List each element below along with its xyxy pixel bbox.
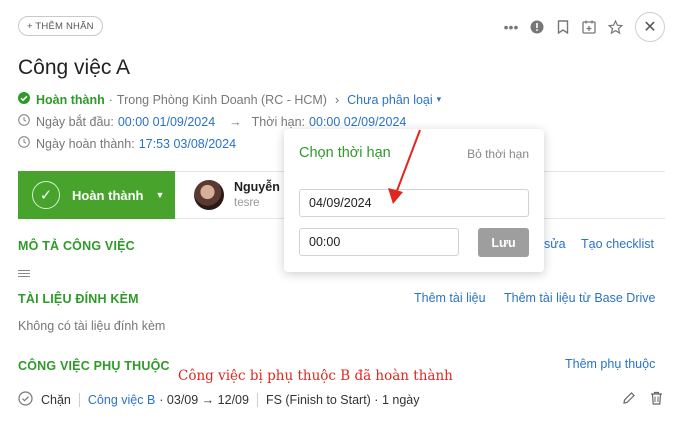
separator-dot: · xyxy=(108,92,113,107)
edit-description-link[interactable]: sửa xyxy=(544,237,566,251)
status-line: Hoàn thành · Trong Phòng Kinh Doanh (RC … xyxy=(18,92,441,107)
separator xyxy=(78,393,80,407)
close-button[interactable]: ✕ xyxy=(635,12,665,42)
clear-deadline-link[interactable]: Bỏ thời hạn xyxy=(467,147,529,161)
close-icon: ✕ xyxy=(643,19,657,36)
assignee-name[interactable]: Nguyễn I xyxy=(234,180,287,194)
clock-icon xyxy=(18,136,30,151)
breadcrumb-chevron: › xyxy=(334,92,340,107)
trash-icon[interactable] xyxy=(650,391,663,408)
star-icon[interactable] xyxy=(607,19,623,35)
dependency-type: Chặn xyxy=(41,393,71,407)
dependency-relation: FS (Finish to Start) · 1 ngày xyxy=(265,393,420,407)
completed-date-label: Ngày hoàn thành: xyxy=(36,136,135,151)
status-button-label: Hoàn thành xyxy=(72,187,144,203)
add-drive-attachment-link[interactable]: Thêm tài liệu từ Base Drive xyxy=(504,291,655,305)
alert-icon[interactable] xyxy=(529,19,545,35)
status-button[interactable]: ✓ Hoàn thành ▼ xyxy=(18,171,175,219)
assignee-subtitle: tesre xyxy=(234,197,260,209)
annotation-text: Công việc bị phụ thuộc B đã hoàn thành xyxy=(178,368,453,384)
avatar[interactable] xyxy=(194,180,224,210)
dependency-row: Chặn Công việc B · 03/09 → 12/09 FS (Fin… xyxy=(18,391,419,409)
status-text: Hoàn thành xyxy=(36,92,105,107)
completed-line: Ngày hoàn thành: 17:53 03/08/2024 xyxy=(18,136,236,151)
date-line: Ngày bắt đầu: 00:00 01/09/2024 → Thời hạ… xyxy=(18,114,406,129)
add-label-text: + THÊM NHÃN xyxy=(27,20,94,32)
completed-date-value[interactable]: 17:53 03/08/2024 xyxy=(139,137,236,151)
top-toolbar: ••• ✕ xyxy=(503,12,665,42)
popup-title: Chọn thời hạn xyxy=(299,145,391,161)
dependency-range: · 03/09 → 12/09 xyxy=(159,393,249,407)
check-icon: ✓ xyxy=(32,181,60,209)
separator xyxy=(256,393,258,407)
deadline-label: Thời hạn: xyxy=(251,114,306,129)
more-icon[interactable]: ••• xyxy=(503,19,519,35)
location-text: Trong Phòng Kinh Doanh (RC - HCM) xyxy=(116,92,327,107)
dependency-actions xyxy=(622,391,663,408)
edit-pencil-icon[interactable] xyxy=(622,391,636,408)
category-dropdown[interactable]: Chưa phân loại xyxy=(347,93,433,107)
page-title: Công việc A xyxy=(18,56,131,79)
bookmark-icon[interactable] xyxy=(555,19,571,35)
save-button[interactable]: Lưu xyxy=(478,228,529,257)
dependencies-heading: CÔNG VIỆC PHỤ THUỘC xyxy=(18,359,170,373)
clock-icon xyxy=(18,114,30,129)
attachments-heading: TÀI LIỆU ĐÍNH KÈM xyxy=(18,292,139,306)
check-outline-icon xyxy=(18,391,33,409)
text-lines-icon xyxy=(18,270,30,279)
add-dependency-link[interactable]: Thêm phụ thuộc xyxy=(565,357,655,371)
attachments-empty-text: Không có tài liệu đính kèm xyxy=(18,319,166,333)
add-label-button[interactable]: + THÊM NHÃN xyxy=(18,16,103,36)
annotation-arrow xyxy=(388,129,421,204)
description-heading: MÔ TẢ CÔNG VIỆC xyxy=(18,239,135,253)
deadline-value[interactable]: 00:00 02/09/2024 xyxy=(309,115,406,129)
chevron-down-icon[interactable]: ▾ xyxy=(437,94,442,105)
deadline-time-input[interactable] xyxy=(299,228,459,256)
calendar-add-icon[interactable] xyxy=(581,19,597,35)
caret-down-icon: ▼ xyxy=(155,190,165,200)
start-date-label: Ngày bắt đầu: xyxy=(36,114,114,129)
add-attachment-link[interactable]: Thêm tài liệu xyxy=(414,291,486,305)
create-checklist-link[interactable]: Tạo checklist xyxy=(581,237,654,251)
dependency-task-link[interactable]: Công việc B xyxy=(88,393,155,407)
date-arrow: → xyxy=(229,114,242,129)
check-circle-icon xyxy=(18,92,30,107)
start-date-value[interactable]: 00:00 01/09/2024 xyxy=(118,115,215,129)
